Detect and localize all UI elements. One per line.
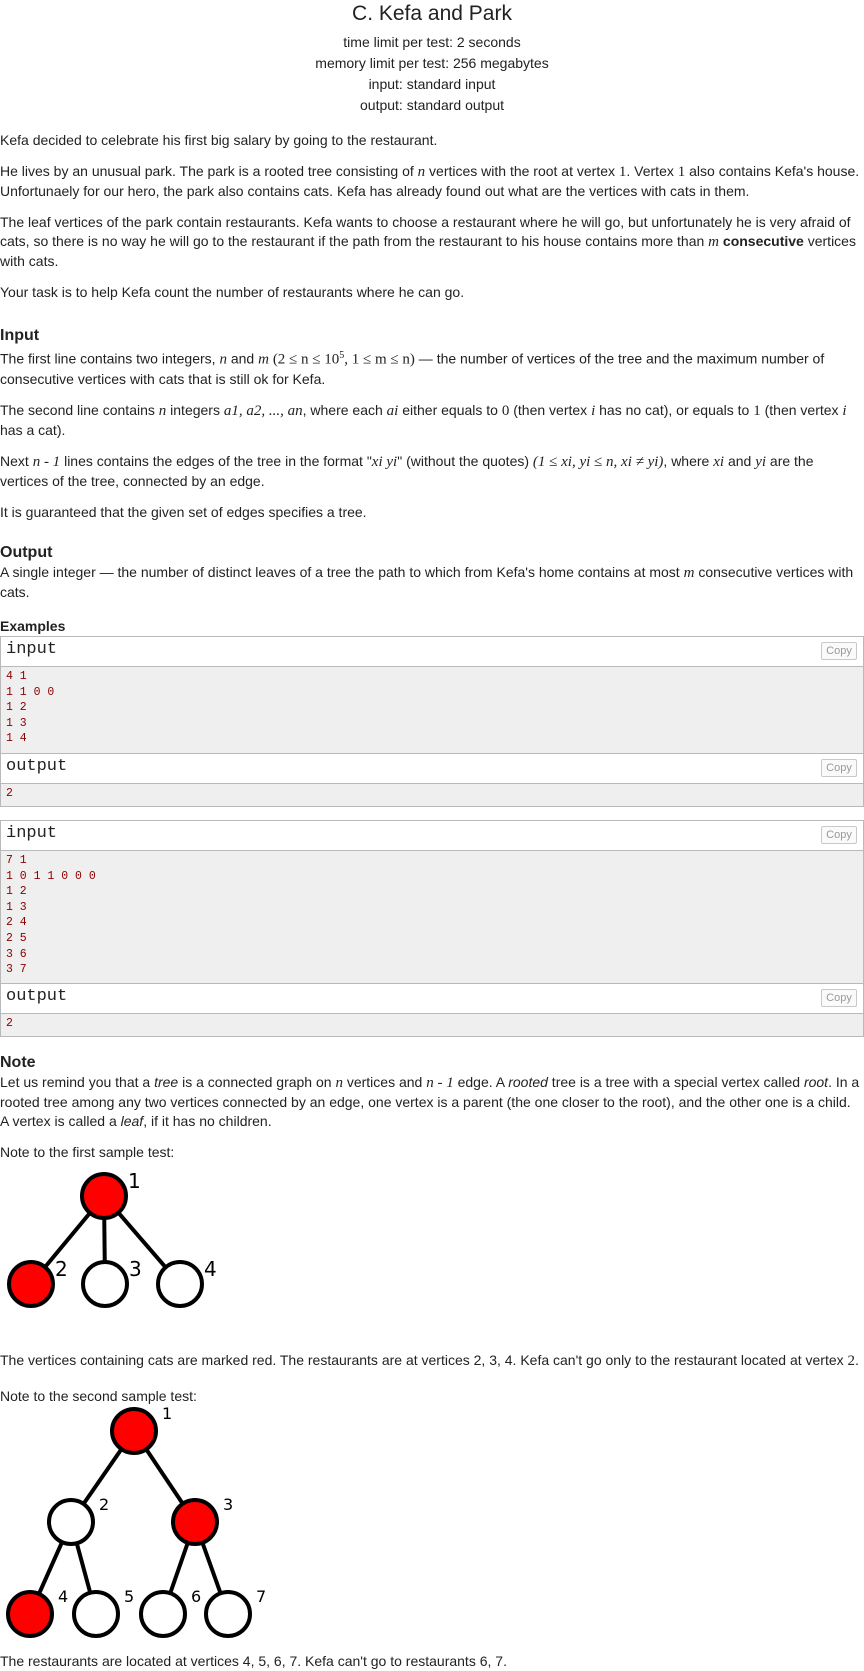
note-section: Note Let us remind you that a tree is a … bbox=[0, 1053, 862, 1162]
statement-p3: The leaf vertices of the park contain re… bbox=[0, 214, 856, 269]
legend-block: Kefa decided to celebrate his first big … bbox=[0, 131, 862, 302]
tree-vertex-label-6: 6 bbox=[191, 1587, 201, 1606]
note-second-text: The restaurants are located at vertices … bbox=[0, 1653, 507, 1669]
tree-vertex-1 bbox=[110, 1407, 158, 1455]
statement-p2: He lives by an unusual park. The park is… bbox=[0, 163, 860, 199]
tree-vertex-3 bbox=[81, 1260, 129, 1308]
tree-vertex-5 bbox=[72, 1590, 120, 1638]
note-first-text: The vertices containing cats are marked … bbox=[0, 1352, 859, 1369]
example-1-input-text: 4 1 1 1 0 0 1 2 1 3 1 4 bbox=[1, 667, 863, 753]
example-2-output-copy-button[interactable]: Copy bbox=[821, 989, 857, 1007]
tree-vertex-label-7: 7 bbox=[256, 1587, 266, 1606]
example-1-input-bar: input Copy bbox=[1, 637, 863, 667]
tree-vertex-label-1: 1 bbox=[162, 1404, 172, 1423]
example-2-output-bar: output Copy bbox=[1, 983, 863, 1014]
tree-vertex-3 bbox=[171, 1498, 219, 1546]
tree-vertex-label-1: 1 bbox=[128, 1169, 141, 1193]
example-2-output-text: 2 bbox=[1, 1014, 863, 1036]
problem-title: C. Kefa and Park bbox=[352, 2, 512, 25]
example-1-input-label: input bbox=[6, 640, 58, 659]
input-p1: The first line contains two integers, n … bbox=[0, 350, 825, 387]
example-1-output-text: 2 bbox=[1, 784, 863, 806]
tree-vertex-2 bbox=[47, 1498, 95, 1546]
tree-vertex-4 bbox=[156, 1260, 204, 1308]
tree-vertex-2 bbox=[7, 1260, 55, 1308]
example-2-input-text: 7 1 1 0 1 1 0 0 0 1 2 1 3 2 4 2 5 3 6 3 … bbox=[1, 851, 863, 983]
tree-vertex-7 bbox=[204, 1590, 252, 1638]
example-1-input-copy-button[interactable]: Copy bbox=[821, 642, 857, 660]
example-2-input-bar: input Copy bbox=[1, 821, 863, 851]
example-2: input Copy 7 1 1 0 1 1 0 0 0 1 2 1 3 2 4… bbox=[0, 820, 864, 1037]
tree-vertex-label-4: 4 bbox=[204, 1257, 217, 1281]
note-first-label: Note to the first sample test: bbox=[0, 1144, 175, 1160]
tree-vertex-4 bbox=[6, 1590, 54, 1638]
output-text: A single integer — the number of distinc… bbox=[0, 564, 854, 600]
example-1-output-copy-button[interactable]: Copy bbox=[821, 759, 857, 777]
example-1: input Copy 4 1 1 1 0 0 1 2 1 3 1 4 outpu… bbox=[0, 636, 864, 807]
example-2-input-copy-button[interactable]: Copy bbox=[821, 826, 857, 844]
tree-vertex-1 bbox=[80, 1172, 128, 1220]
input-p4: It is guaranteed that the given set of e… bbox=[0, 503, 367, 520]
input-section: Input The first line contains two intege… bbox=[0, 326, 862, 522]
tree-vertex-6 bbox=[139, 1590, 187, 1638]
tree-vertex-label-2: 2 bbox=[55, 1257, 68, 1281]
input-p3: Next n - 1 lines contains the edges of t… bbox=[0, 452, 814, 489]
input-spec: input: standard input bbox=[368, 76, 496, 92]
example-1-output-label: output bbox=[6, 757, 68, 776]
tree-vertex-label-3: 3 bbox=[223, 1495, 233, 1514]
example-2-output-label: output bbox=[6, 987, 68, 1006]
example-1-output-bar: output Copy bbox=[1, 753, 863, 784]
output-section: Output A single integer — the number of … bbox=[0, 543, 862, 602]
first-sample-tree: 1 2 3 4 bbox=[7, 1169, 217, 1308]
statement-p1: Kefa decided to celebrate his first big … bbox=[0, 132, 438, 148]
problem-header: C. Kefa and Park time limit per test: 2 … bbox=[0, 1, 864, 116]
example-2-input-label: input bbox=[6, 824, 58, 843]
note-heading: Note bbox=[0, 1054, 36, 1071]
tree-vertex-label-3: 3 bbox=[129, 1257, 142, 1281]
tree-vertex-label-2: 2 bbox=[99, 1495, 109, 1514]
output-spec: output: standard output bbox=[360, 97, 504, 113]
input-p2: The second line contains n integers a1, … bbox=[0, 401, 847, 438]
tree-vertex-label-4: 4 bbox=[58, 1587, 68, 1606]
second-sample-tree: 1 2 3 4 5 6 7 bbox=[6, 1404, 266, 1638]
time-limit: time limit per test: 2 seconds bbox=[343, 34, 521, 50]
examples-heading: Examples bbox=[0, 618, 66, 634]
note-p1: Let us remind you that a tree is a conne… bbox=[0, 1074, 860, 1129]
statement-p4: Your task is to help Kefa count the numb… bbox=[0, 284, 465, 300]
tree-vertex-label-5: 5 bbox=[124, 1587, 134, 1606]
output-heading: Output bbox=[0, 544, 53, 561]
input-heading: Input bbox=[0, 327, 40, 344]
problem-page: C. Kefa and Park time limit per test: 2 … bbox=[0, 0, 864, 1669]
memory-limit: memory limit per test: 256 megabytes bbox=[315, 55, 549, 71]
